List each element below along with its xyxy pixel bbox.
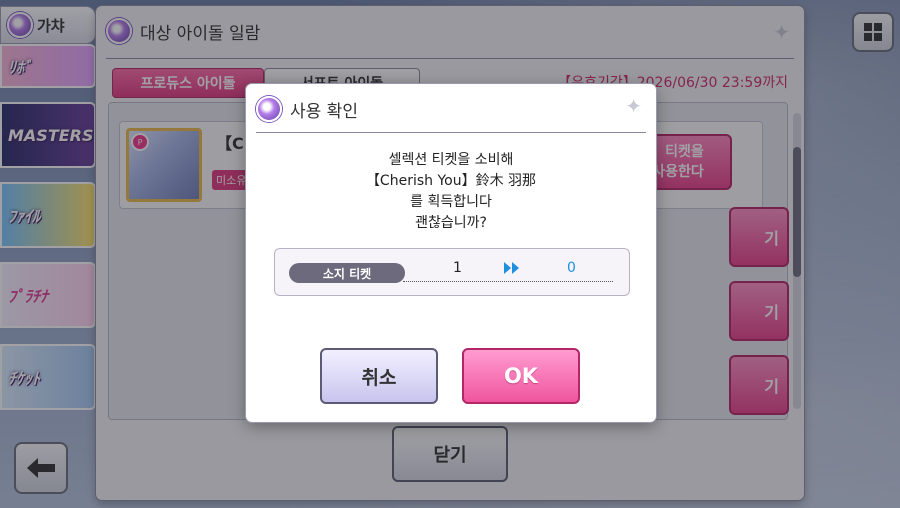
message-line-1: 셀렉션 티켓을 소비해 (388, 152, 514, 168)
confirm-header: 사용 확인 (256, 96, 358, 122)
confirm-message: 셀렉션 티켓을 소비해 【Cherish You】鈴木 羽那 를 획득합니다 괜… (246, 150, 656, 234)
ticket-count-label: 소지 티켓 (289, 263, 405, 283)
sparkle-icon: ✦ (625, 94, 642, 118)
dotted-leader (403, 281, 613, 282)
gacha-orb-icon (256, 96, 282, 122)
confirm-dialog: 사용 확인 ✦ 셀렉션 티켓을 소비해 【Cherish You】鈴木 羽那 를… (246, 84, 656, 422)
double-arrow-icon (504, 262, 519, 274)
ok-button[interactable]: OK (462, 348, 580, 404)
message-line-4: 괜찮습니까? (415, 215, 487, 231)
divider (256, 132, 646, 133)
message-line-2: 【Cherish You】鈴木 羽那 (365, 173, 537, 189)
ticket-count-box: 소지 티켓 1 0 (274, 248, 630, 296)
cancel-button[interactable]: 취소 (320, 348, 438, 404)
ticket-count-after: 0 (567, 260, 576, 276)
ticket-count-before: 1 (453, 260, 462, 276)
message-line-3: 를 획득합니다 (410, 194, 492, 210)
confirm-title: 사용 확인 (290, 101, 358, 122)
